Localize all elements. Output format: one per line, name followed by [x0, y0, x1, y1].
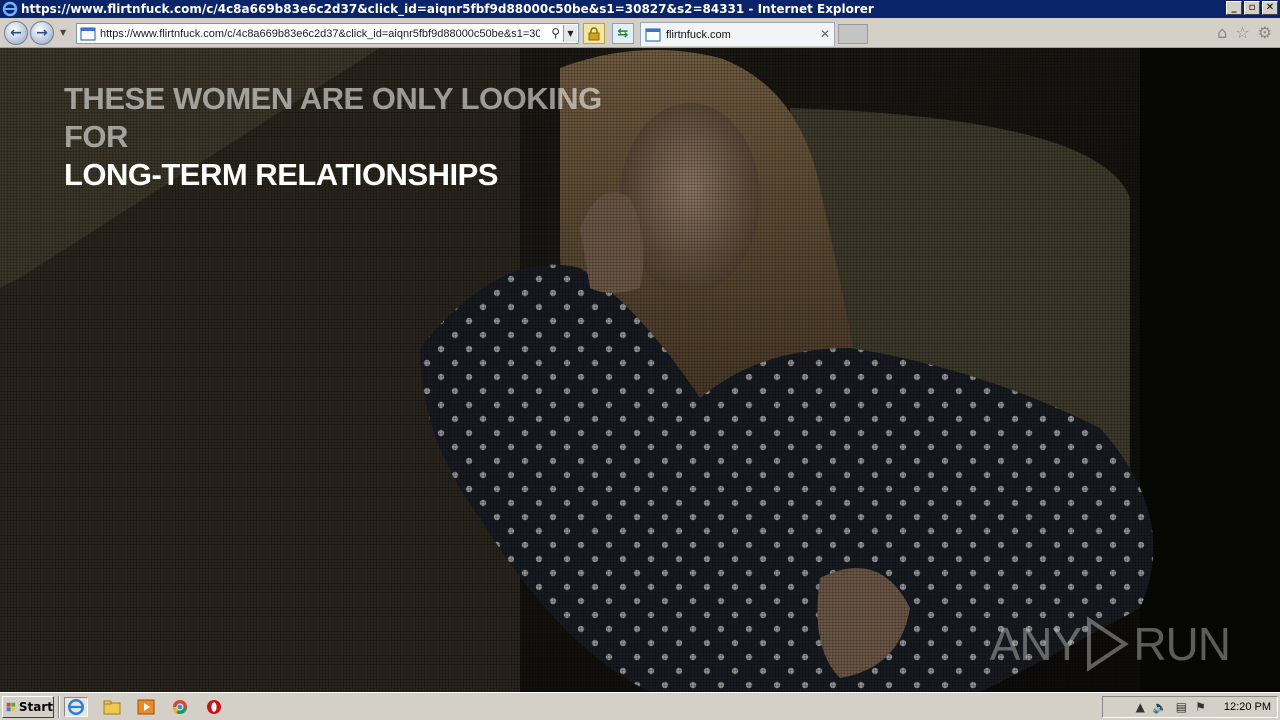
internet-explorer-icon — [2, 1, 18, 17]
window-controls: _ ▫ ✕ — [1226, 1, 1278, 15]
network-icon[interactable]: ▤ — [1176, 700, 1187, 714]
taskbar-separator — [58, 696, 60, 718]
play-triangle-icon — [1087, 616, 1129, 672]
lock-icon — [588, 26, 600, 40]
forward-arrow-icon: → — [36, 25, 48, 41]
back-button[interactable]: ← — [4, 21, 28, 45]
tray-expand-icon[interactable]: ▲ — [1136, 700, 1145, 714]
security-lock-button[interactable] — [583, 23, 605, 44]
anyrun-watermark: ANY RUN — [989, 616, 1231, 672]
search-icon[interactable]: ⚲ — [551, 26, 560, 40]
tab-title: flirtnfuck.com — [666, 28, 731, 41]
tab-close-icon[interactable]: ✕ — [820, 27, 830, 41]
address-dropdown-icon[interactable]: ▼ — [563, 25, 577, 42]
windows-flag-icon — [6, 702, 16, 712]
address-input[interactable] — [100, 27, 540, 40]
forward-button[interactable]: → — [30, 21, 54, 45]
minimize-button[interactable]: _ — [1226, 1, 1242, 15]
system-tray: ▲ 🔈 ▤ ⚑ 12:20 PM — [1102, 696, 1278, 718]
start-button[interactable]: Start — [2, 696, 54, 718]
page-content[interactable]: THESE WOMEN ARE ONLY LOOKING FOR LONG-TE… — [0, 48, 1280, 692]
refresh-icon: ⇆ — [617, 26, 629, 41]
window-title: https://www.flirtnfuck.com/c/4c8a669b83e… — [21, 2, 874, 16]
watermark-right: RUN — [1133, 618, 1231, 670]
close-button[interactable]: ✕ — [1262, 1, 1278, 15]
chrome-icon — [173, 700, 187, 714]
toolbar-right-icons: ⌂ ☆ ⚙ — [1217, 25, 1272, 41]
folder-icon — [103, 700, 121, 715]
browser-nav-bar: ← → ▼ ⚲ ▼ ⇆ flirtnfuck.com ✕ ⌂ ☆ ⚙ — [0, 18, 1280, 48]
tab-favicon-icon — [645, 27, 661, 42]
maximize-button[interactable]: ▫ — [1244, 1, 1260, 15]
refresh-button[interactable]: ⇆ — [612, 23, 634, 44]
favorites-star-icon[interactable]: ☆ — [1235, 25, 1249, 41]
address-bar[interactable]: ⚲ ▼ — [76, 23, 579, 44]
taskbar-explorer-button[interactable] — [100, 697, 124, 717]
browser-tab[interactable]: flirtnfuck.com ✕ — [640, 22, 835, 46]
media-player-icon — [137, 699, 155, 715]
settings-gear-icon[interactable]: ⚙ — [1258, 25, 1272, 41]
home-icon[interactable]: ⌂ — [1217, 25, 1227, 41]
headline-line2: LONG-TERM RELATIONSHIPS — [64, 157, 498, 192]
taskbar: Start ▲ 🔈 ▤ ⚑ 12:20 PM — [0, 692, 1280, 720]
headline-line1: THESE WOMEN ARE ONLY LOOKING FOR — [64, 81, 602, 154]
internet-explorer-icon — [68, 699, 84, 715]
watermark-left: ANY — [989, 618, 1083, 670]
clock[interactable]: 12:20 PM — [1224, 701, 1271, 713]
taskbar-opera-button[interactable] — [202, 697, 226, 717]
taskbar-media-player-button[interactable] — [134, 697, 158, 717]
taskbar-chrome-button[interactable] — [168, 697, 192, 717]
site-favicon-icon — [80, 26, 96, 41]
back-arrow-icon: ← — [10, 25, 22, 41]
new-tab-button[interactable] — [838, 24, 868, 44]
taskbar-ie-button[interactable] — [64, 697, 88, 717]
history-dropdown-icon[interactable]: ▼ — [60, 28, 66, 37]
window-title-bar[interactable]: https://www.flirtnfuck.com/c/4c8a669b83e… — [0, 0, 1280, 18]
opera-icon — [207, 700, 221, 714]
volume-icon[interactable]: 🔈 — [1153, 700, 1168, 714]
action-center-flag-icon[interactable]: ⚑ — [1195, 700, 1206, 714]
start-label: Start — [18, 700, 53, 714]
headline: THESE WOMEN ARE ONLY LOOKING FOR LONG-TE… — [64, 80, 664, 194]
